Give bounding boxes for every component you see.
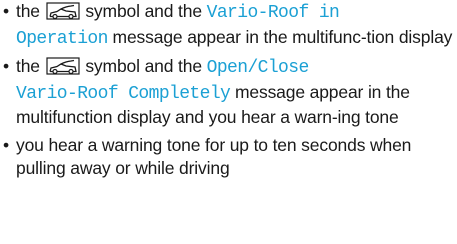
display-message: Operation — [16, 28, 108, 49]
display-message: Open/Close — [206, 58, 310, 78]
bullet: • — [3, 134, 9, 155]
list-item: • the symbol and the Open/Close Vario-Ro… — [2, 55, 454, 130]
list-item: • the symbol and the Vario-Roof in Opera… — [2, 0, 454, 51]
item-text: message appear in the multifunc-tion dis… — [112, 26, 453, 47]
bullet: • — [3, 56, 9, 76]
item-text: the — [16, 1, 40, 21]
list-item: • you hear a warning tone for up to ten … — [2, 134, 454, 181]
convertible-roof-icon — [46, 57, 80, 75]
item-text: symbol and the — [85, 56, 202, 76]
bullet: • — [3, 1, 9, 21]
item-text: symbol and the — [85, 1, 202, 21]
display-message: Vario-Roof Completely — [16, 83, 231, 104]
convertible-roof-icon — [46, 2, 80, 20]
item-text: you hear a warning tone for up to ten se… — [16, 134, 412, 179]
item-text: the — [16, 56, 40, 76]
condition-list: • the symbol and the Vario-Roof in Opera… — [2, 0, 454, 181]
display-message: Vario-Roof in — [206, 3, 340, 23]
